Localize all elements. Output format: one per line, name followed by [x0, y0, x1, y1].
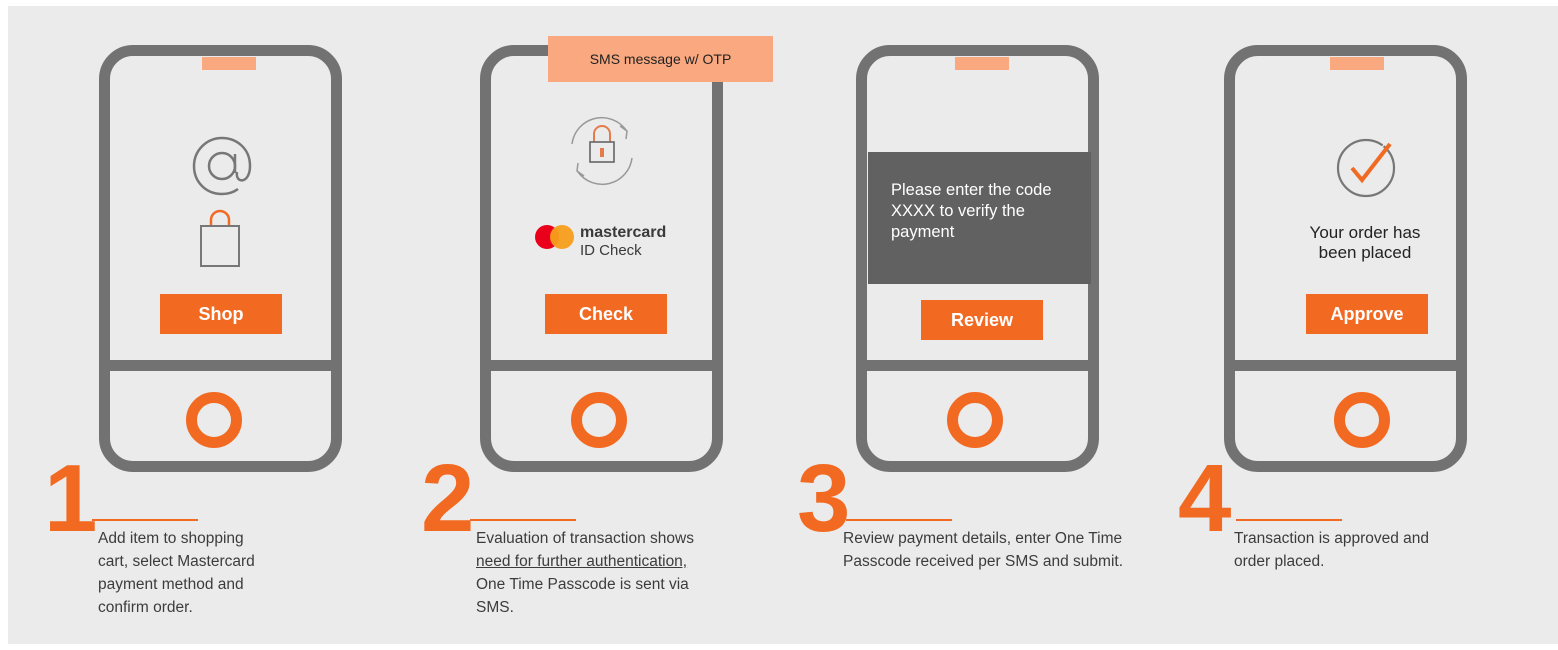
step-description: Review payment details, enter One Time P… [843, 530, 1123, 570]
id-check-label: ID Check [580, 242, 642, 259]
phone-speaker [955, 57, 1009, 70]
step-4: Your order has been placed Approve 4 Tra… [1133, 6, 1493, 644]
step-description: Add item to shopping cart, select Master… [98, 530, 255, 616]
review-button[interactable]: Review [921, 300, 1043, 340]
phone-divider [1235, 360, 1456, 371]
step-1: Shop 1 Add item to shopping cart, select… [8, 6, 368, 644]
home-button-ring[interactable] [947, 392, 1003, 448]
mastercard-wordmark: mastercard [580, 224, 667, 241]
step-underline [846, 519, 952, 521]
shopping-bag-icon [200, 209, 240, 267]
otp-message-box: Please enter the code XXXX to verify the… [868, 152, 1091, 284]
phone-speaker [1330, 57, 1384, 70]
at-sign-icon [192, 136, 252, 196]
approve-button[interactable]: Approve [1306, 294, 1428, 334]
phone-divider [491, 360, 712, 371]
check-button[interactable]: Check [545, 294, 667, 334]
step-number: 2 [421, 445, 475, 552]
step-underline [92, 519, 198, 521]
process-diagram: Shop 1 Add item to shopping cart, select… [8, 6, 1558, 644]
step-number: 4 [1178, 445, 1232, 552]
home-button-ring[interactable] [186, 392, 242, 448]
refresh-lock-icon [571, 116, 633, 186]
step-description: Evaluation of transaction shows need for… [476, 527, 708, 619]
description-text: One Time Passcode is sent via SMS. [476, 576, 689, 616]
phone-speaker [202, 57, 256, 70]
sms-banner: SMS message w/ OTP [548, 36, 773, 82]
phone-divider [110, 360, 331, 371]
step-description: Transaction is approved and order placed… [1234, 530, 1430, 570]
shop-button[interactable]: Shop [160, 294, 282, 334]
step-number: 1 [44, 445, 98, 552]
home-button-ring[interactable] [1334, 392, 1390, 448]
description-underlined-text: need for further authentication, [476, 553, 688, 570]
description-text: Evaluation of transaction shows [476, 530, 694, 547]
home-button-ring[interactable] [571, 392, 627, 448]
step-underline [1236, 519, 1342, 521]
mastercard-logo-icon [535, 225, 574, 249]
step-3: Please enter the code XXXX to verify the… [760, 6, 1123, 644]
check-circle-icon [1336, 138, 1396, 198]
order-placed-message: Your order has been placed [1309, 223, 1421, 262]
step-2: SMS message w/ OTP mastercard ID Check C… [388, 6, 773, 644]
step-underline [470, 519, 576, 521]
phone-divider [867, 360, 1088, 371]
